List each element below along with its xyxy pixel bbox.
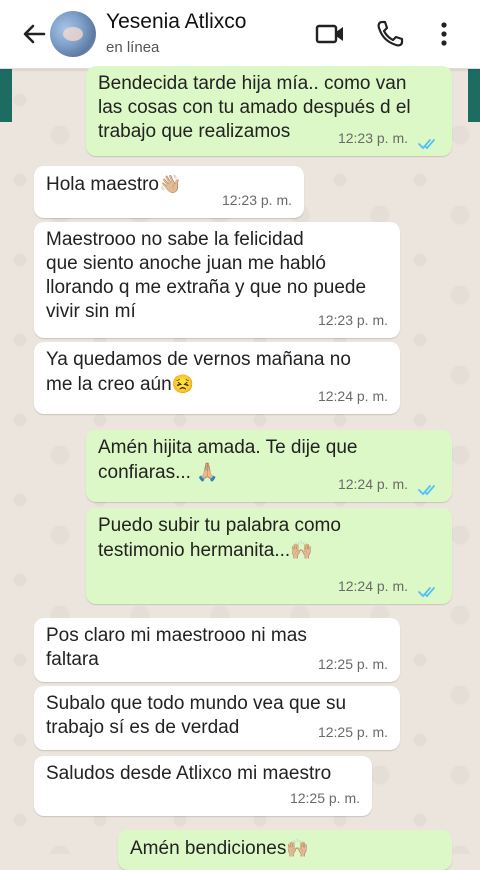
message-bubble-outgoing[interactable]: Bendecida tarde hija mía.. como van las … xyxy=(86,66,452,156)
chat-header: Yesenia Atlixco en línea xyxy=(0,0,480,69)
background-edge xyxy=(0,60,12,122)
read-receipt-icon xyxy=(418,139,435,150)
message-time: 12:23 p. m. xyxy=(317,312,388,328)
raising-hands-emoji: 🙌🏼 xyxy=(290,540,313,560)
message-time: 12:25 p. m. xyxy=(317,724,388,740)
contact-name[interactable]: Yesenia Atlixco xyxy=(106,10,247,34)
read-receipt-icon xyxy=(418,587,435,598)
background-edge xyxy=(468,60,480,122)
message-time: 12:23 p. m. xyxy=(337,130,408,146)
video-call-icon[interactable] xyxy=(314,18,346,50)
raising-hands-emoji: 🙌🏼 xyxy=(286,838,309,858)
waving-hand-emoji: 👋🏼 xyxy=(159,174,182,194)
message-bubble-outgoing[interactable]: Amén hijita amada. Te dije que confiaras… xyxy=(86,430,452,502)
avatar[interactable] xyxy=(50,11,96,57)
message-text: Amén hijita amada. Te dije que confiaras… xyxy=(98,437,358,483)
message-text: Hola maestro xyxy=(46,174,159,195)
message-time: 12:24 p. m. xyxy=(337,476,408,492)
message-text: Amén bendiciones xyxy=(130,838,287,859)
contact-status: en línea xyxy=(106,39,160,56)
message-time: 12:23 p. m. xyxy=(221,192,292,208)
message-time: 12:25 p. m. xyxy=(317,656,388,672)
message-bubble-incoming[interactable]: Subalo que todo mundo vea que su trabajo… xyxy=(34,686,400,750)
message-bubble-incoming[interactable]: Hola maestro👋🏼 12:23 p. m. xyxy=(34,166,304,218)
message-bubble-incoming[interactable]: Pos claro mi maestrooo ni mas faltara 12… xyxy=(34,618,400,682)
message-time: 12:24 p. m. xyxy=(337,578,408,594)
message-bubble-incoming[interactable]: Saludos desde Atlixco mi maestro 12:25 p… xyxy=(34,756,372,816)
message-time: 12:24 p. m. xyxy=(317,388,388,404)
phone-icon[interactable] xyxy=(374,18,406,50)
message-text: Ya quedamos de vernos mañana no me la cr… xyxy=(46,349,351,395)
message-text: Saludos desde Atlixco mi maestro xyxy=(46,763,332,784)
message-bubble-outgoing[interactable]: Puedo subir tu palabra como testimonio h… xyxy=(86,508,452,604)
persevering-face-emoji: 😣 xyxy=(171,374,195,394)
read-receipt-icon xyxy=(418,485,435,496)
message-time: 12:25 p. m. xyxy=(289,790,360,806)
message-bubble-outgoing[interactable]: Amén bendiciones🙌🏼 xyxy=(118,830,452,870)
folded-hands-emoji: 🙏🏼 xyxy=(196,462,219,482)
message-bubble-incoming[interactable]: Ya quedamos de vernos mañana no me la cr… xyxy=(34,342,400,414)
message-bubble-incoming[interactable]: Maestrooo no sabe la felicidad que sient… xyxy=(34,222,400,338)
arrow-left-icon[interactable] xyxy=(18,18,50,50)
more-vert-icon[interactable] xyxy=(428,18,460,50)
